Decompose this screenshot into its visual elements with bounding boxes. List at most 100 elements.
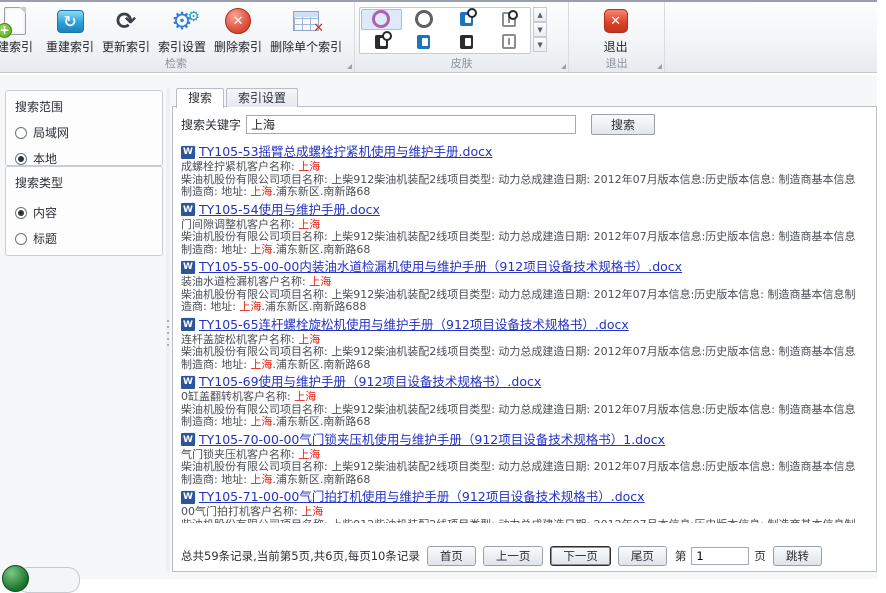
dialog-launcher-icon[interactable]	[657, 64, 662, 69]
create-index-icon: +	[0, 6, 31, 36]
ribbon-group-index: + 建索引 ↻ 重建索引 ⟳ 更新索引 ⚙⚙ 索引设置	[0, 2, 355, 72]
dialog-launcher-icon[interactable]	[561, 64, 566, 69]
result-link[interactable]: TY105-71-00-00气门拍打机使用与维护手册（912项目设备技术规格书）…	[199, 489, 645, 505]
radio-option-lan[interactable]: 局域网	[6, 117, 162, 143]
search-button[interactable]: 搜索	[591, 114, 655, 135]
highlight-keyword: 上海	[250, 358, 272, 371]
index-settings-label: 索引设置	[158, 38, 206, 55]
rebuild-index-label: 重建索引	[46, 38, 94, 55]
highlight-keyword: 上海	[301, 505, 323, 518]
ribbon-group-exit: ✕ 退出 退出	[569, 2, 665, 72]
skin-office-black[interactable]	[446, 32, 487, 53]
radio-option-title[interactable]: 标题	[6, 223, 162, 249]
splitter-grip-icon	[167, 320, 169, 346]
result-item: W TY105-55-00-00内装油水道检漏机使用与维护手册（912项目设备技…	[181, 259, 868, 314]
delete-single-index-button[interactable]: ✕ 删除单个索引	[266, 3, 346, 56]
result-link[interactable]: TY105-65连杆螺栓旋松机使用与维护手册（912项目设备技术规格书）.doc…	[199, 317, 629, 333]
search-scope-title: 搜索范围	[6, 91, 162, 117]
result-snippet: 成螺栓拧紧机客户名称: 上海 柴油机股份有限公司项目名称: 上柴912柴油机装配…	[181, 161, 868, 199]
tab-index-settings[interactable]: 索引设置	[226, 88, 298, 107]
result-snippet: 门间隙调整机客户名称: 上海 柴油机股份有限公司项目名称: 上柴912柴油机装配…	[181, 219, 868, 257]
result-link[interactable]: TY105-53摇臂总成螺栓拧紧机使用与维护手册.docx	[199, 144, 492, 160]
highlight-keyword: 上海	[294, 390, 316, 403]
ribbon-toolbar: + 建索引 ↻ 重建索引 ⟳ 更新索引 ⚙⚙ 索引设置	[0, 0, 877, 73]
page-label-pre: 第	[675, 548, 687, 564]
radio-icon[interactable]	[15, 207, 27, 219]
result-snippet: 连杆盖旋松机客户名称: 上海 柴油机股份有限公司项目名称: 上柴912柴油机装配…	[181, 334, 868, 372]
search-keyword-label: 搜索关键字	[181, 116, 241, 133]
gallery-down-icon[interactable]: ▼	[533, 22, 547, 37]
taskbar-pill[interactable]	[2, 565, 82, 591]
result-title-row: W TY105-55-00-00内装油水道检漏机使用与维护手册（912项目设备技…	[181, 259, 868, 275]
skin-ring-gray[interactable]	[404, 9, 445, 30]
create-index-button[interactable]: + 建索引	[0, 3, 42, 56]
first-page-button[interactable]: 首页	[427, 546, 476, 566]
search-type-title: 搜索类型	[6, 167, 162, 193]
next-page-button[interactable]: 下一页	[550, 546, 611, 566]
result-title-row: W TY105-65连杆螺栓旋松机使用与维护手册（912项目设备技术规格书）.d…	[181, 317, 868, 333]
delete-single-index-label: 删除单个索引	[270, 38, 342, 55]
dialog-launcher-icon[interactable]	[347, 64, 352, 69]
ribbon-group-skin-caption: 皮肤	[355, 57, 568, 72]
gallery-up-icon[interactable]: ▲	[533, 7, 547, 22]
skin-office-gray[interactable]	[489, 32, 530, 53]
radio-icon[interactable]	[15, 127, 27, 139]
prev-page-button[interactable]: 上一页	[483, 546, 544, 566]
radio-label-local: 本地	[33, 150, 57, 167]
word-doc-icon: W	[181, 261, 195, 274]
index-settings-button[interactable]: ⚙⚙ 索引设置	[154, 3, 210, 56]
skin-gallery	[359, 7, 531, 54]
result-title-row: W TY105-54使用与维护手册.docx	[181, 202, 868, 218]
radio-icon[interactable]	[15, 153, 27, 165]
word-doc-icon: W	[181, 433, 195, 446]
result-title-row: W TY105-71-00-00气门拍打机使用与维护手册（912项目设备技术规格…	[181, 489, 868, 505]
highlight-keyword: 上海	[239, 300, 261, 313]
word-doc-icon: W	[181, 376, 195, 389]
result-snippet: 0缸盖翻转机客户名称: 上海 柴油机股份有限公司项目名称: 上柴912柴油机装配…	[181, 391, 868, 429]
ribbon-group-exit-caption: 退出	[569, 57, 664, 72]
word-doc-icon: W	[181, 491, 195, 504]
result-link[interactable]: TY105-54使用与维护手册.docx	[199, 202, 380, 218]
skin-office-outline-clock[interactable]	[489, 9, 530, 30]
search-results-panel: 搜索 索引设置 搜索关键字 搜索 W TY105-53摇臂总成螺栓拧紧机使用与维…	[172, 106, 877, 572]
tab-strip: 搜索 索引设置	[176, 88, 300, 108]
jump-button[interactable]: 跳转	[773, 546, 822, 566]
skin-ring-violet[interactable]	[361, 9, 402, 30]
result-item: W TY105-65连杆螺栓旋松机使用与维护手册（912项目设备技术规格书）.d…	[181, 317, 868, 372]
exit-button[interactable]: ✕ 退出	[589, 3, 643, 56]
skin-office-black-clock[interactable]	[361, 32, 402, 53]
rebuild-index-button[interactable]: ↻ 重建索引	[42, 3, 98, 56]
delete-index-label: 删除索引	[214, 38, 262, 55]
result-link[interactable]: TY105-55-00-00内装油水道检漏机使用与维护手册（912项目设备技术规…	[199, 259, 682, 275]
result-title-row: W TY105-70-00-00气门锁夹压机使用与维护手册（912项目设备技术规…	[181, 432, 868, 448]
panel-splitter[interactable]	[166, 88, 170, 572]
skin-office-blue-clock[interactable]	[446, 9, 487, 30]
page-number-input[interactable]	[691, 547, 749, 565]
radio-option-content[interactable]: 内容	[6, 197, 162, 223]
delete-index-button[interactable]: ✕ 删除索引	[210, 3, 266, 56]
result-link[interactable]: TY105-70-00-00气门锁夹压机使用与维护手册（912项目设备技术规格书…	[199, 432, 665, 448]
radio-icon[interactable]	[15, 233, 27, 245]
plus-icon: +	[0, 23, 12, 38]
search-keyword-input[interactable]	[246, 115, 576, 134]
result-item: W TY105-53摇臂总成螺栓拧紧机使用与维护手册.docx 成螺栓拧紧机客户…	[181, 144, 868, 199]
search-bar: 搜索关键字 搜索	[173, 107, 876, 139]
word-doc-icon: W	[181, 203, 195, 216]
ribbon-group-index-caption: 检索	[0, 57, 352, 72]
update-index-button[interactable]: ⟳ 更新索引	[98, 3, 154, 56]
highlight-keyword: 上海	[298, 160, 320, 173]
result-title-row: W TY105-69使用与维护手册（912项目设备技术规格书）.docx	[181, 374, 868, 390]
result-item: W TY105-70-00-00气门锁夹压机使用与维护手册（912项目设备技术规…	[181, 432, 868, 487]
word-doc-icon: W	[181, 318, 195, 331]
tab-search[interactable]: 搜索	[176, 88, 224, 108]
ribbon-group-skin: ▲ ▼ ▼ 皮肤	[355, 2, 569, 72]
skin-office-blue[interactable]	[404, 32, 445, 53]
result-snippet: 装油水道检漏机客户名称: 上海 柴油机股份有限公司项目名称: 上柴912柴油机装…	[181, 276, 868, 314]
exit-label: 退出	[604, 38, 628, 55]
last-page-button[interactable]: 尾页	[618, 546, 667, 566]
ribbon-spacer	[665, 2, 877, 72]
result-link[interactable]: TY105-69使用与维护手册（912项目设备技术规格书）.docx	[199, 374, 541, 390]
highlight-keyword: 上海	[250, 185, 272, 198]
exit-icon: ✕	[600, 6, 632, 36]
gallery-more-icon[interactable]: ▼	[533, 37, 547, 52]
